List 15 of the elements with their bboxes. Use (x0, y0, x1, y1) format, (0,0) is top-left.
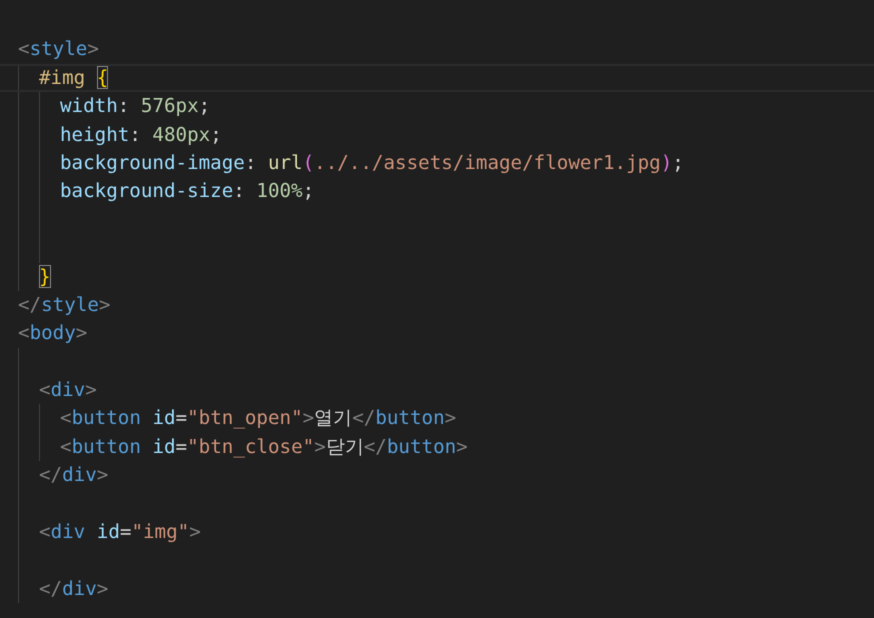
code-line: } (39, 264, 51, 289)
code-line: <style> (18, 37, 99, 62)
code-line: <button id="btn_open">열기</button> (60, 406, 456, 430)
code-line: </div> (39, 463, 108, 488)
code-line: </div> (39, 576, 108, 601)
code-line: </style> (18, 292, 110, 317)
code-line: background-image: url(../../assets/image/flower1.jpg); (60, 150, 684, 175)
code-line: width: 576px; (60, 94, 210, 118)
code-line: height: 480px; (60, 122, 222, 147)
code-line: <body> (18, 321, 88, 346)
code-line: <button id="btn_close">닫기</button> (60, 434, 468, 459)
code-line: <div> (39, 378, 97, 402)
code-line: #img { (39, 66, 108, 90)
code-line: <div id="img"> (39, 520, 201, 544)
code-line: background-size: 100%; (60, 179, 314, 204)
